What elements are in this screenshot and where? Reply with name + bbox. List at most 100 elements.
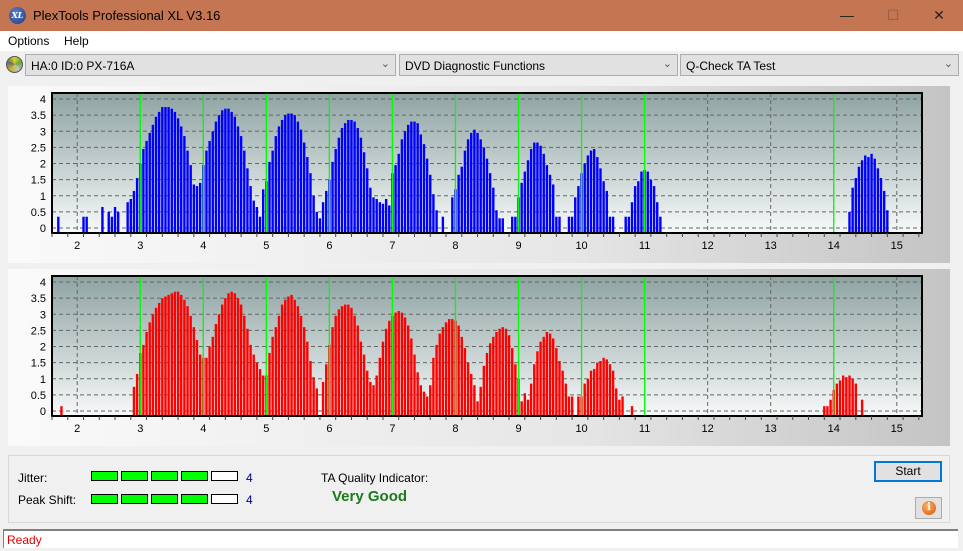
bar xyxy=(416,123,419,233)
close-icon[interactable]: ✕ xyxy=(916,0,962,31)
bar xyxy=(309,173,312,233)
bar xyxy=(659,216,662,233)
y-tick-label: 2 xyxy=(40,159,46,171)
x-tick-label: 5 xyxy=(263,423,269,435)
bar xyxy=(239,136,243,233)
y-tick-label: 0 xyxy=(40,223,46,235)
bar xyxy=(429,174,432,233)
bar xyxy=(347,304,350,416)
test-select[interactable]: Q-Check TA Test ⌄ xyxy=(680,54,959,76)
bar xyxy=(848,375,851,416)
bar xyxy=(413,121,416,233)
bar xyxy=(570,396,574,416)
function-select[interactable]: DVD Diagnostic Functions ⌄ xyxy=(399,54,678,76)
bar xyxy=(574,197,577,233)
menu-help[interactable]: Help xyxy=(64,34,89,48)
bar xyxy=(432,194,435,233)
x-tick-label: 6 xyxy=(326,240,332,252)
x-tick-label: 8 xyxy=(452,240,458,252)
maximize-icon[interactable]: ☐ xyxy=(870,0,916,31)
bar xyxy=(558,216,561,233)
bar xyxy=(498,218,501,233)
toolbar: HA:0 ID:0 PX-716A ⌄ DVD Diagnostic Funct… xyxy=(0,51,963,79)
minimize-icon[interactable]: — xyxy=(824,0,870,31)
bar xyxy=(239,304,243,416)
bar xyxy=(618,399,621,416)
bar xyxy=(435,210,438,233)
bar xyxy=(624,216,627,233)
bar xyxy=(135,178,139,233)
bar xyxy=(845,377,848,416)
bar xyxy=(406,325,410,416)
info-icon: i xyxy=(922,501,936,515)
bar xyxy=(479,386,482,416)
bar xyxy=(343,123,347,233)
bar xyxy=(230,291,233,416)
bar xyxy=(170,108,173,233)
y-tick-label: 0.5 xyxy=(31,207,46,219)
jitter-label: Jitter: xyxy=(18,471,48,485)
bar xyxy=(186,150,189,233)
bar xyxy=(555,348,558,416)
bar xyxy=(438,333,441,416)
peak-shift-meter-segment xyxy=(151,494,178,504)
bar xyxy=(586,155,590,233)
bar xyxy=(656,202,659,233)
bar xyxy=(596,157,599,233)
bar xyxy=(173,111,177,233)
bar xyxy=(82,216,85,233)
bar xyxy=(126,202,129,233)
y-tick-label: 1 xyxy=(40,191,46,203)
bar xyxy=(425,396,429,416)
bar xyxy=(208,346,211,416)
bar xyxy=(441,327,445,416)
bar xyxy=(372,385,375,416)
bar xyxy=(876,168,880,233)
bar xyxy=(586,378,590,416)
bar xyxy=(608,216,612,233)
bar xyxy=(451,197,454,233)
x-tick-label: 14 xyxy=(828,423,840,435)
jitter-meter-segment xyxy=(151,471,178,481)
bar xyxy=(860,399,864,416)
bar xyxy=(211,131,214,233)
bar xyxy=(362,354,366,416)
bar xyxy=(495,210,498,233)
bar xyxy=(621,396,624,416)
bar xyxy=(841,375,845,416)
bar xyxy=(315,211,318,233)
bar xyxy=(255,207,259,233)
bar xyxy=(340,306,344,416)
bar xyxy=(649,179,653,233)
bar xyxy=(246,328,249,416)
bar xyxy=(148,322,151,416)
bar xyxy=(142,148,145,233)
bar xyxy=(180,294,183,416)
bar xyxy=(334,148,337,233)
bar xyxy=(176,291,180,416)
start-button[interactable]: Start xyxy=(874,461,942,482)
bar xyxy=(227,293,230,416)
bar xyxy=(113,207,117,233)
bar xyxy=(142,344,145,416)
bar xyxy=(485,158,489,233)
bar xyxy=(495,331,498,416)
menu-options[interactable]: Options xyxy=(8,34,49,48)
bar xyxy=(378,202,382,233)
bar xyxy=(611,370,615,416)
bar xyxy=(548,174,552,233)
bar xyxy=(400,139,404,233)
bar xyxy=(277,315,281,416)
bar xyxy=(422,144,426,233)
bar xyxy=(145,140,148,233)
drive-select[interactable]: HA:0 ID:0 PX-716A ⌄ xyxy=(25,54,396,76)
bar xyxy=(476,132,479,233)
info-button[interactable]: i xyxy=(915,497,942,519)
bar xyxy=(511,216,514,233)
bar xyxy=(293,115,296,233)
bar xyxy=(362,152,366,233)
bar xyxy=(287,113,290,233)
bar xyxy=(57,216,60,233)
x-tick-label: 6 xyxy=(326,423,332,435)
bar xyxy=(589,370,593,416)
